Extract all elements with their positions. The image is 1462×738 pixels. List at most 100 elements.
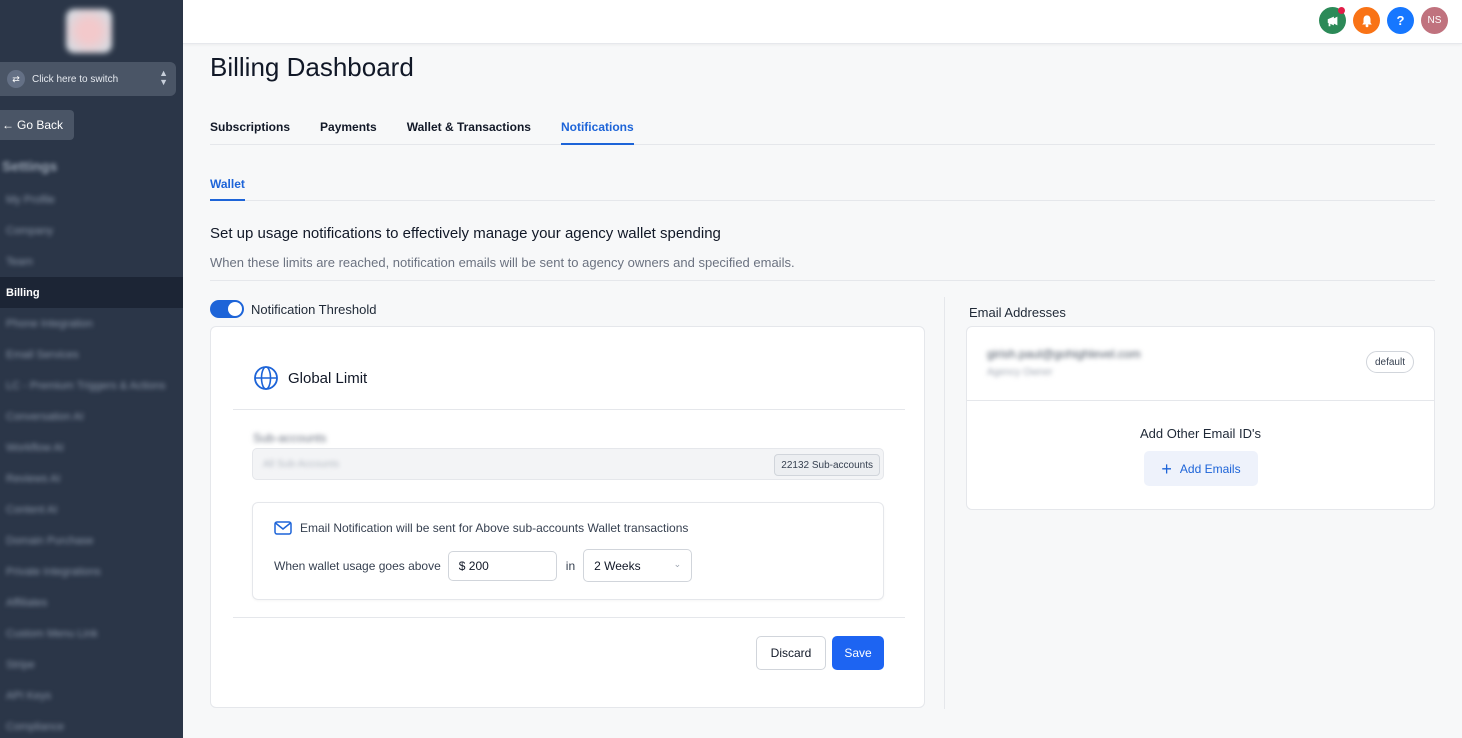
email-role: Agency Owner (987, 367, 1053, 378)
account-switcher[interactable]: ⇄ Click here to switch ▲ ▼ (0, 62, 176, 96)
sidebar-item-label: Phone Integration (6, 317, 93, 330)
sidebar-item-affiliates[interactable]: Affiliates (0, 587, 183, 618)
globe-icon (254, 366, 278, 390)
agency-logo (66, 9, 112, 53)
tab-subscriptions[interactable]: Subscriptions (210, 110, 290, 145)
go-back-label: Go Back (17, 118, 64, 132)
email-address: girish.paul@gohighlevel.com (987, 347, 1141, 361)
global-limit-title: Global Limit (288, 369, 368, 387)
period-value: 2 Weeks (594, 558, 641, 573)
sidebar-item-label: Domain Purchase (6, 534, 94, 547)
go-back-button[interactable]: ← Go Back (0, 110, 74, 140)
top-icons: ? NS (1319, 7, 1448, 34)
notice-text: Email Notification will be sent for Abov… (300, 521, 689, 535)
in-label: in (565, 558, 576, 573)
subaccounts-count-badge: 22132 Sub-accounts (774, 454, 880, 476)
megaphone-icon[interactable] (1319, 7, 1346, 34)
add-emails-button[interactable]: + Add Emails (1144, 451, 1258, 486)
sidebar-item-label: Workflow AI (6, 441, 64, 454)
global-limit-card: Global Limit Sub-accounts All Sub-Accoun… (210, 326, 925, 708)
usage-prefix: When wallet usage goes above (274, 558, 441, 573)
sidebar-item-company[interactable]: Company (0, 215, 183, 246)
megaphone-glyph (1327, 16, 1337, 26)
sidebar-item-premium-triggers[interactable]: LC - Premium Triggers & Actions (0, 370, 183, 401)
sidebar-item-team[interactable]: Team (0, 246, 183, 277)
notification-rule-box: Email Notification will be sent for Abov… (252, 502, 884, 600)
sidebar-item-label: Content AI (6, 503, 58, 516)
avatar[interactable]: NS (1421, 7, 1448, 34)
switch-icon: ⇄ (7, 70, 25, 88)
sidebar-item-billing[interactable]: Billing (0, 277, 183, 308)
default-badge: default (1365, 351, 1414, 373)
sidebar-item-compliance[interactable]: Compliance (0, 711, 183, 738)
sidebar-item-custom-menu-link[interactable]: Custom Menu Link (0, 618, 183, 649)
sidebar-item-reviews-ai[interactable]: Reviews AI (0, 463, 183, 494)
subaccounts-label: Sub-accounts (253, 431, 327, 445)
sidebar-item-stripe[interactable]: Stripe (0, 649, 183, 680)
email-entry: girish.paul@gohighlevel.com Agency Owner… (967, 327, 1434, 401)
switcher-label: Click here to switch (32, 73, 119, 85)
sidebar-item-conversation-ai[interactable]: Conversation AI (0, 401, 183, 432)
sidebar-item-label: LC - Premium Triggers & Actions (6, 379, 166, 392)
vertical-divider (944, 297, 945, 709)
sidebar: ⇄ Click here to switch ▲ ▼ ← Go Back Sett… (0, 0, 183, 738)
bell-glyph (1361, 14, 1372, 27)
sidebar-item-label: My Profile (6, 193, 55, 206)
sidebar-item-label: Reviews AI (6, 472, 61, 485)
section-divider (210, 280, 1435, 281)
toggle-label: Notification Threshold (251, 301, 377, 317)
save-button[interactable]: Save (832, 636, 884, 670)
page-title: Billing Dashboard (210, 52, 414, 82)
sidebar-item-private-integrations[interactable]: Private Integrations (0, 556, 183, 587)
sidebar-item-label: Private Integrations (6, 565, 101, 578)
main-content: Billing Dashboard Subscriptions Payments… (183, 44, 1462, 738)
tab-wallet-transactions[interactable]: Wallet & Transactions (407, 110, 531, 145)
updown-caret-icon: ▲ ▼ (159, 68, 168, 87)
sidebar-section-heading: Settings (2, 158, 58, 174)
sidebar-item-label: Team (6, 255, 33, 268)
chevron-down-icon: ⌄ (673, 559, 682, 569)
sidebar-item-workflow-ai[interactable]: Workflow AI (0, 432, 183, 463)
period-select[interactable]: 2 Weeks ⌄ (583, 549, 693, 582)
sidebar-item-phone-integration[interactable]: Phone Integration (0, 308, 183, 339)
global-limit-header: Global Limit (253, 365, 367, 391)
section-description: When these limits are reached, notificat… (210, 255, 795, 270)
email-addresses-title: Email Addresses (969, 305, 1066, 320)
amount-input[interactable]: $ 200 (447, 550, 557, 581)
sidebar-nav: My Profile Company Team Billing Phone In… (0, 184, 183, 738)
add-other-label: Add Other Email ID's (1140, 426, 1261, 441)
mail-icon (274, 521, 292, 535)
section-title: Set up usage notifications to effectivel… (210, 225, 721, 242)
notification-threshold-toggle[interactable] (210, 300, 244, 318)
email-addresses-card: girish.paul@gohighlevel.com Agency Owner… (966, 326, 1435, 510)
subaccounts-placeholder: All Sub-Accounts (263, 459, 340, 470)
tab-notifications[interactable]: Notifications (560, 110, 634, 145)
card-divider (233, 617, 905, 618)
card-divider (233, 409, 905, 410)
plus-icon: + (1161, 458, 1172, 479)
sidebar-item-label: API Keys (6, 689, 52, 702)
usage-rule-row: When wallet usage goes above $ 200 in 2 … (274, 549, 693, 582)
sidebar-item-label: Affiliates (6, 596, 48, 609)
top-bar: ? NS (183, 0, 1462, 44)
sidebar-item-email-services[interactable]: Email Services (0, 339, 183, 370)
help-icon[interactable]: ? (1387, 7, 1414, 34)
sidebar-item-content-ai[interactable]: Content AI (0, 494, 183, 525)
discard-button[interactable]: Discard (756, 636, 826, 670)
notification-notice: Email Notification will be sent for Abov… (274, 521, 688, 535)
threshold-toggle-row: Notification Threshold (210, 300, 377, 318)
billing-tabs: Subscriptions Payments Wallet & Transact… (210, 110, 1435, 145)
arrow-left-icon: ← (2, 118, 14, 132)
sidebar-item-label: Billing (6, 286, 40, 299)
sidebar-item-my-profile[interactable]: My Profile (0, 184, 183, 215)
subtab-wallet[interactable]: Wallet (210, 166, 245, 201)
sidebar-item-label: Custom Menu Link (6, 627, 98, 640)
tab-payments[interactable]: Payments (320, 110, 377, 145)
sidebar-item-label: Company (6, 224, 54, 237)
add-emails-label: Add Emails (1179, 461, 1241, 476)
sidebar-item-api-keys[interactable]: API Keys (0, 680, 183, 711)
sidebar-item-label: Email Services (6, 348, 79, 361)
sidebar-item-domain-purchase[interactable]: Domain Purchase (0, 525, 183, 556)
subaccounts-select[interactable]: All Sub-Accounts 22132 Sub-accounts (252, 448, 884, 480)
bell-icon[interactable] (1353, 7, 1380, 34)
